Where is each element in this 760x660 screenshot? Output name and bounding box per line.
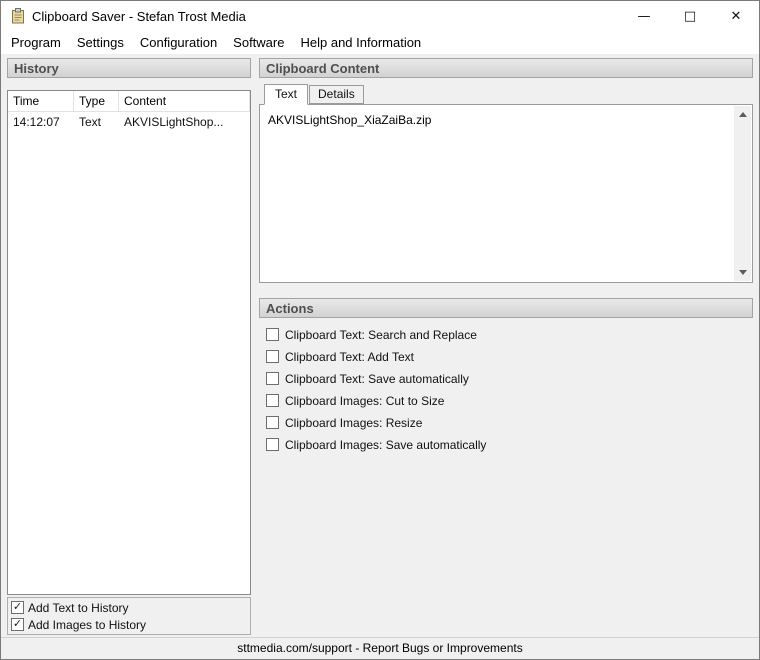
- maximize-button[interactable]: □: [667, 1, 713, 31]
- scroll-down-button[interactable]: [734, 264, 751, 281]
- minimize-icon: —: [637, 8, 651, 24]
- menu-software[interactable]: Software: [225, 31, 292, 54]
- clipboard-content-tabs: Text Details: [259, 84, 753, 105]
- action-text-save-automatically-checkbox[interactable]: [266, 372, 279, 385]
- title-bar: Clipboard Saver - Stefan Trost Media — □…: [1, 1, 759, 31]
- column-header-time[interactable]: Time: [8, 91, 74, 112]
- history-panel: History Time Type Content 14:12:07 Text …: [7, 58, 251, 635]
- add-text-to-history-label: Add Text to History: [28, 600, 129, 615]
- history-table-header: Time Type Content: [8, 91, 250, 112]
- app-window: Clipboard Saver - Stefan Trost Media — □…: [0, 0, 760, 660]
- action-cut-to-size-label: Clipboard Images: Cut to Size: [285, 393, 445, 408]
- action-cut-to-size-checkbox[interactable]: [266, 394, 279, 407]
- history-header: History: [7, 58, 251, 78]
- action-images-save-automatically-label: Clipboard Images: Save automatically: [285, 437, 487, 452]
- action-add-text-label: Clipboard Text: Add Text: [285, 349, 414, 364]
- add-images-to-history-option[interactable]: Add Images to History: [11, 616, 247, 633]
- add-images-to-history-checkbox[interactable]: [11, 618, 24, 631]
- history-options: Add Text to History Add Images to Histor…: [7, 597, 251, 635]
- tab-text[interactable]: Text: [264, 84, 309, 105]
- cell-type: Text: [79, 115, 102, 129]
- scroll-up-button[interactable]: [734, 106, 751, 123]
- add-text-to-history-checkbox[interactable]: [11, 601, 24, 614]
- maximize-icon: □: [683, 8, 697, 24]
- action-images-save-automatically[interactable]: Clipboard Images: Save automatically: [266, 437, 753, 452]
- actions-header: Actions: [259, 298, 753, 318]
- action-search-and-replace-label: Clipboard Text: Search and Replace: [285, 327, 477, 342]
- menu-settings[interactable]: Settings: [69, 31, 132, 54]
- action-text-save-automatically-label: Clipboard Text: Save automatically: [285, 371, 469, 386]
- vertical-scrollbar[interactable]: [734, 106, 751, 281]
- main-area: History Time Type Content 14:12:07 Text …: [1, 54, 759, 637]
- action-cut-to-size[interactable]: Clipboard Images: Cut to Size: [266, 393, 753, 408]
- cell-time: 14:12:07: [13, 115, 60, 129]
- column-header-type[interactable]: Type: [74, 91, 119, 112]
- action-add-text-checkbox[interactable]: [266, 350, 279, 363]
- history-list[interactable]: Time Type Content 14:12:07 Text AKVISLig…: [7, 90, 251, 595]
- column-header-content[interactable]: Content: [119, 91, 250, 112]
- status-bar: sttmedia.com/support - Report Bugs or Im…: [1, 637, 759, 659]
- action-search-and-replace-checkbox[interactable]: [266, 328, 279, 341]
- action-search-and-replace[interactable]: Clipboard Text: Search and Replace: [266, 327, 753, 342]
- menu-help-and-information[interactable]: Help and Information: [292, 31, 429, 54]
- cell-content: AKVISLightShop...: [124, 115, 224, 129]
- scroll-up-icon: [738, 112, 747, 117]
- menu-bar: Program Settings Configuration Software …: [1, 31, 759, 54]
- menu-program[interactable]: Program: [3, 31, 69, 54]
- table-row[interactable]: 14:12:07 Text AKVISLightShop...: [8, 112, 250, 132]
- clipboard-content-panel: Clipboard Content Text Details AKVISLigh…: [259, 58, 753, 635]
- close-button[interactable]: ✕: [713, 1, 759, 31]
- add-images-to-history-label: Add Images to History: [28, 617, 147, 632]
- menu-configuration[interactable]: Configuration: [132, 31, 225, 54]
- action-add-text[interactable]: Clipboard Text: Add Text: [266, 349, 753, 364]
- clipboard-content-header: Clipboard Content: [259, 58, 753, 78]
- action-resize-label: Clipboard Images: Resize: [285, 415, 423, 430]
- action-resize[interactable]: Clipboard Images: Resize: [266, 415, 753, 430]
- minimize-button[interactable]: —: [621, 1, 667, 31]
- clipboard-text-area[interactable]: AKVISLightShop_XiaZaiBa.zip: [259, 104, 753, 283]
- actions-list: Clipboard Text: Search and Replace Clipb…: [259, 318, 753, 459]
- close-icon: ✕: [730, 8, 742, 24]
- window-controls: — □ ✕: [621, 1, 759, 31]
- action-resize-checkbox[interactable]: [266, 416, 279, 429]
- window-title: Clipboard Saver - Stefan Trost Media: [32, 8, 246, 24]
- add-text-to-history-option[interactable]: Add Text to History: [11, 599, 247, 616]
- action-text-save-automatically[interactable]: Clipboard Text: Save automatically: [266, 371, 753, 386]
- clipboard-app-icon: [10, 8, 26, 24]
- action-images-save-automatically-checkbox[interactable]: [266, 438, 279, 451]
- clipboard-text-value: AKVISLightShop_XiaZaiBa.zip: [268, 113, 432, 127]
- tab-details[interactable]: Details: [309, 85, 364, 104]
- scroll-down-icon: [738, 270, 747, 275]
- status-text: sttmedia.com/support - Report Bugs or Im…: [237, 641, 523, 655]
